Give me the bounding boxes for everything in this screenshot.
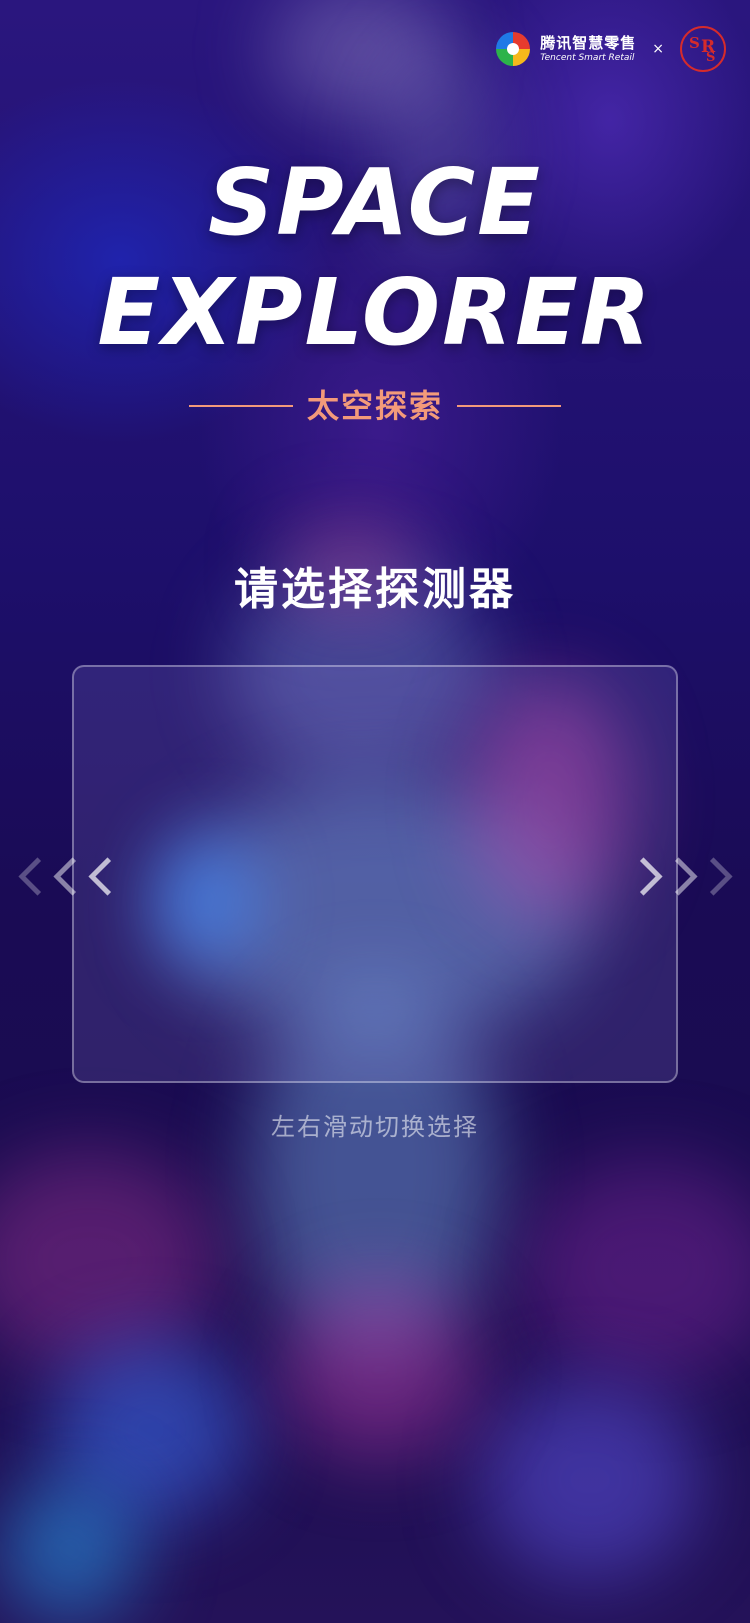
brand-name-en: Tencent Smart Retail — [540, 52, 635, 63]
previous-probe-button[interactable] — [18, 846, 129, 906]
subtitle-text: 太空探索 — [306, 387, 443, 425]
tencent-brand: 腾讯智慧零售 Tencent Smart Retail — [540, 33, 637, 63]
chevron-left-icon — [53, 856, 92, 896]
chevron-right-icon — [694, 856, 733, 896]
brand-name-cn: 腾讯智慧零售 — [540, 33, 637, 52]
header-logos: 腾讯智慧零售 Tencent Smart Retail × S R S — [496, 26, 726, 72]
partner-logo-icon: S R S — [680, 26, 726, 72]
next-probe-button[interactable] — [624, 846, 735, 906]
background-blur — [480, 1380, 700, 1580]
hero-title-line1: SPACE — [208, 149, 542, 256]
selector-prompt: 请选择探测器 — [234, 564, 516, 615]
chevron-right-icon — [659, 856, 698, 896]
chevron-right-icon — [624, 856, 663, 896]
chevron-left-icon — [88, 856, 127, 896]
probe-selection-card[interactable] — [72, 665, 678, 1083]
hero-title-line2: EXPLORER — [97, 259, 653, 366]
background-blur — [0, 1480, 140, 1620]
screen: 腾讯智慧零售 Tencent Smart Retail × S R S SPAC… — [0, 0, 750, 1623]
swipe-hint: 左右滑动切换选择 — [271, 1113, 479, 1141]
hero-subtitle: 太空探索 — [0, 386, 750, 426]
subtitle-divider-right — [457, 405, 561, 407]
partner-letter: S — [689, 34, 700, 52]
collab-separator: × — [652, 41, 664, 57]
chevron-left-icon — [18, 856, 57, 896]
partner-letter: S — [706, 50, 716, 65]
subtitle-divider-left — [188, 405, 293, 407]
background-blur — [280, 1280, 480, 1460]
tencent-logo-icon — [496, 32, 531, 66]
